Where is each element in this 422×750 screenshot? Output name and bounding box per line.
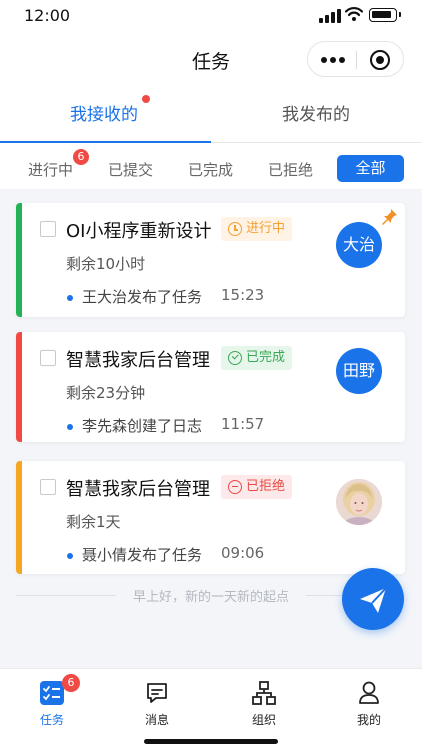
- status-bar: 12:00: [0, 0, 422, 34]
- latest-activity: 李先森创建了日志: [82, 417, 203, 435]
- tabbar-item-profile[interactable]: 我的: [329, 669, 409, 729]
- message-icon: [147, 683, 167, 703]
- activity-time: 15:23: [221, 286, 265, 304]
- status-label: 进行中: [246, 221, 286, 236]
- filter-completed[interactable]: 已完成: [188, 159, 233, 180]
- unread-dot: [142, 95, 150, 103]
- publish-task-button[interactable]: [342, 568, 404, 630]
- nav-bar: 任务: [0, 34, 422, 86]
- check-circle-icon: [228, 351, 242, 365]
- minus-circle-icon: [228, 480, 242, 494]
- tab-received[interactable]: 我接收的: [70, 100, 138, 125]
- task-title: 智慧我家后台管理: [66, 350, 210, 371]
- filter-count-badge: 6: [73, 149, 89, 165]
- tabbar-label: 组织: [251, 713, 276, 727]
- tabbar-item-tasks[interactable]: 6 任务: [12, 669, 92, 729]
- capsule-divider: [356, 51, 357, 69]
- tabbar-item-organization[interactable]: 组织: [224, 669, 304, 729]
- activity-time: 09:06: [221, 544, 265, 562]
- clock-icon: [228, 222, 242, 236]
- wifi-icon: [345, 7, 363, 21]
- task-card[interactable]: 智慧我家后台管理 已拒绝 剩余1天 聂小倩发布了任务 09:06: [16, 461, 405, 574]
- remaining-time: 剩余1天: [66, 513, 121, 531]
- task-icon: [40, 681, 64, 705]
- organization-icon: [252, 681, 276, 705]
- pin-icon: [382, 209, 397, 225]
- bottom-tab-bar: 6 任务 消息 组织 我的: [0, 668, 422, 750]
- tabbar-label: 我的: [356, 713, 381, 727]
- avatar-photo[interactable]: [336, 479, 382, 525]
- status-badge: 进行中: [221, 217, 293, 241]
- task-checkbox[interactable]: [40, 221, 56, 237]
- task-tabs: 我接收的 我发布的: [0, 86, 422, 143]
- filter-submitted[interactable]: 已提交: [108, 159, 153, 180]
- log-dot: [67, 295, 73, 301]
- filter-in-progress[interactable]: 进行中: [28, 159, 73, 180]
- status-filters: 进行中 6 已提交 已完成 已拒绝 全部: [0, 143, 422, 189]
- profile-icon: [359, 681, 379, 704]
- remaining-time: 剩余10小时: [66, 255, 146, 273]
- remaining-time: 剩余23分钟: [66, 384, 146, 402]
- avatar-photo-image: [336, 479, 382, 525]
- task-card[interactable]: OI小程序重新设计 进行中 剩余10小时 王大治发布了任务 15:23 大治: [16, 203, 405, 317]
- task-card[interactable]: 智慧我家后台管理 已完成 剩余23分钟 李先森创建了日志 11:57 田野: [16, 332, 405, 442]
- tasks-count-badge: 6: [62, 674, 80, 692]
- mini-program-capsule: [307, 41, 404, 77]
- status-label: 已拒绝: [246, 479, 286, 494]
- battery-icon: [369, 8, 401, 22]
- status-time: 12:00: [24, 6, 71, 25]
- filter-all[interactable]: 全部: [337, 155, 404, 182]
- task-title: 智慧我家后台管理: [66, 479, 210, 500]
- status-stripe: [16, 461, 22, 574]
- filter-rejected[interactable]: 已拒绝: [268, 159, 313, 180]
- signal-icon: [319, 9, 341, 23]
- close-mini-program-icon[interactable]: [370, 50, 390, 70]
- tab-published[interactable]: 我发布的: [282, 100, 350, 125]
- status-badge: 已完成: [221, 346, 293, 370]
- tabbar-label: 消息: [144, 713, 169, 727]
- tabbar-item-messages[interactable]: 消息: [117, 669, 197, 729]
- status-stripe: [16, 332, 22, 442]
- avatar[interactable]: 田野: [336, 348, 382, 394]
- home-indicator: [144, 739, 278, 744]
- divider-right: [306, 595, 346, 596]
- latest-activity: 王大治发布了任务: [82, 288, 203, 306]
- send-icon: [360, 587, 387, 613]
- log-dot: [67, 553, 73, 559]
- task-title: OI小程序重新设计: [66, 221, 212, 242]
- tabbar-label: 任务: [39, 713, 64, 727]
- activity-time: 11:57: [221, 415, 265, 433]
- more-icon[interactable]: [321, 57, 345, 63]
- task-checkbox[interactable]: [40, 479, 56, 495]
- avatar[interactable]: 大治: [336, 222, 382, 268]
- task-checkbox[interactable]: [40, 350, 56, 366]
- status-label: 已完成: [246, 350, 286, 365]
- log-dot: [67, 424, 73, 430]
- status-badge: 已拒绝: [221, 475, 293, 499]
- status-stripe: [16, 203, 22, 317]
- latest-activity: 聂小倩发布了任务: [82, 546, 203, 564]
